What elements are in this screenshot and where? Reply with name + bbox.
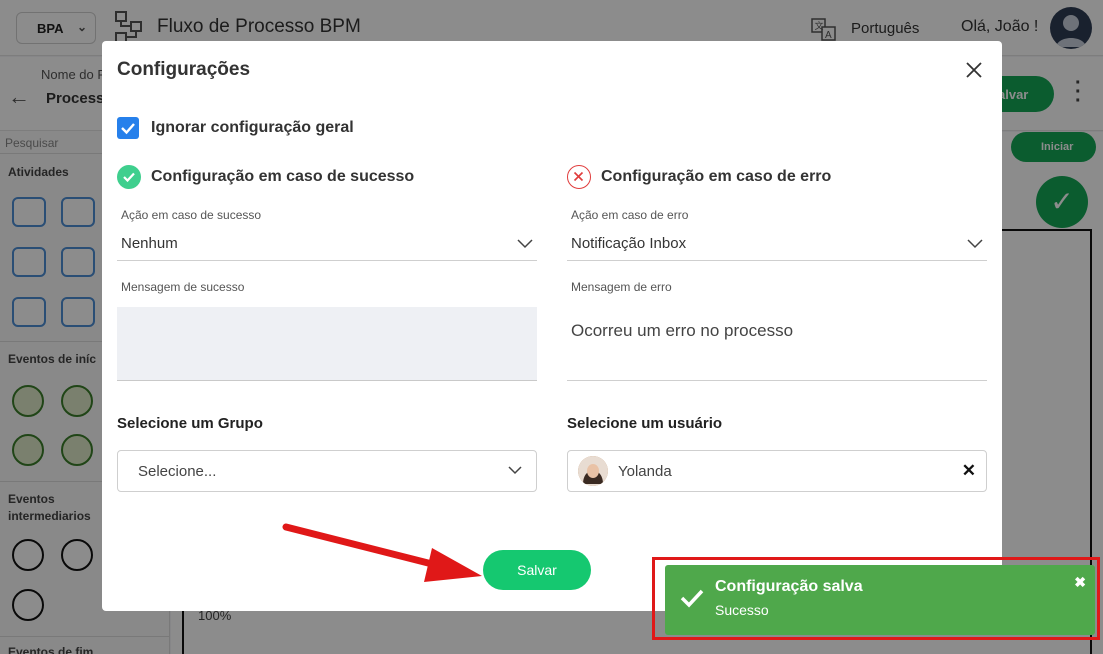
success-action-value: Nenhum [121,235,178,252]
group-select[interactable]: Selecione... [117,450,537,492]
check-icon [121,123,135,135]
success-section-title: Configuração em caso de sucesso [151,168,415,185]
error-section-title: Configuração em caso de erro [601,168,832,185]
close-icon[interactable] [962,58,986,82]
error-action-select[interactable]: Notificação Inbox [567,223,987,261]
error-message-textarea[interactable]: Ocorreu um erro no processo [567,307,987,381]
user-select[interactable]: Yolanda ✕ [567,450,987,492]
ignore-general-checkbox[interactable] [117,117,139,139]
selected-user-name: Yolanda [618,463,672,480]
chevron-down-icon [967,239,983,249]
group-select-placeholder: Selecione... [138,463,217,480]
save-button[interactable]: Salvar [483,550,591,590]
selected-user-avatar [578,456,608,486]
chevron-down-icon [508,466,522,475]
chevron-down-icon [517,239,533,249]
success-toast: Configuração salva Sucesso ✖ [665,565,1095,635]
success-message-textarea[interactable] [117,307,537,381]
modal-title: Configurações [117,59,251,80]
success-message-label: Mensagem de sucesso [121,280,245,294]
toast-close-icon[interactable]: ✖ [1074,574,1086,591]
ignore-general-label[interactable]: Ignorar configuração geral [151,119,354,137]
success-action-label: Ação em caso de sucesso [121,208,262,222]
toast-message: Sucesso [715,602,769,618]
checkmark-icon [680,589,704,608]
error-action-label: Ação em caso de erro [571,208,689,222]
annotation-arrow-icon [282,523,482,582]
success-action-select[interactable]: Nenhum [117,223,537,261]
error-message-label: Mensagem de erro [571,280,672,294]
user-select-title: Selecione um usuário [567,415,723,432]
error-message-value: Ocorreu um erro no processo [571,321,794,340]
group-select-title: Selecione um Grupo [117,415,263,432]
clear-selection-icon[interactable]: ✕ [962,461,976,481]
error-action-value: Notificação Inbox [571,235,687,252]
toast-title: Configuração salva [715,578,863,595]
settings-modal: Configurações Ignorar configuração geral… [102,41,1002,611]
success-check-icon [117,165,141,189]
error-x-icon [567,165,591,189]
